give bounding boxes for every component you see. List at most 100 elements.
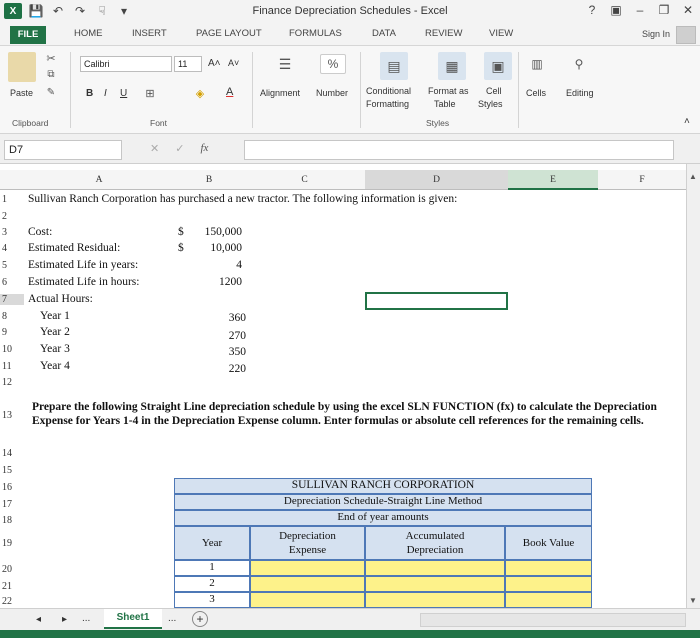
font-color-button[interactable]: A bbox=[226, 86, 233, 98]
row-header[interactable]: 20 bbox=[0, 564, 24, 575]
table-input-cell[interactable] bbox=[505, 560, 592, 576]
cut-icon[interactable]: ✂ bbox=[44, 52, 58, 65]
select-all-corner[interactable] bbox=[0, 170, 24, 190]
table-header-acc-dep[interactable]: Accumulated Depreciation bbox=[365, 526, 505, 560]
alignment-icon[interactable]: ☰ bbox=[274, 54, 296, 74]
tab-file[interactable]: FILE bbox=[10, 26, 46, 44]
row-header[interactable]: 8 bbox=[0, 311, 24, 322]
tab-view[interactable]: VIEW bbox=[489, 28, 513, 39]
format-painter-icon[interactable]: ✎ bbox=[44, 86, 58, 98]
number-button[interactable]: Number bbox=[316, 88, 348, 98]
tab-data[interactable]: DATA bbox=[372, 28, 396, 39]
table-header-dep-expense[interactable]: Depreciation Expense bbox=[250, 526, 365, 560]
format-as-table-button[interactable]: Format as bbox=[428, 86, 469, 96]
tab-review[interactable]: REVIEW bbox=[425, 28, 462, 39]
table-title-company[interactable]: SULLIVAN RANCH CORPORATION bbox=[174, 478, 592, 494]
underline-button[interactable]: U bbox=[120, 88, 127, 99]
cell-life-years-value[interactable]: 4 bbox=[190, 259, 242, 271]
cell-styles-button[interactable]: Cell bbox=[486, 86, 502, 96]
table-input-cell[interactable] bbox=[250, 560, 365, 576]
row-header[interactable]: 4 bbox=[0, 243, 24, 254]
help-icon[interactable]: ? bbox=[584, 3, 600, 17]
enter-icon[interactable]: ✓ bbox=[175, 142, 184, 155]
worksheet-grid[interactable]: A B C D E F 1 2 3 4 5 6 7 8 9 10 11 12 1… bbox=[0, 170, 686, 608]
cell-year-label[interactable]: Year 1 bbox=[40, 310, 70, 322]
cell-a1-intro[interactable]: Sullivan Ranch Corporation has purchased… bbox=[28, 193, 457, 205]
scroll-down-icon[interactable]: ▼ bbox=[689, 596, 697, 605]
name-box[interactable]: D7 bbox=[4, 140, 122, 160]
sign-in-link[interactable]: Sign In bbox=[642, 29, 670, 39]
font-name-select[interactable]: Calibri bbox=[80, 56, 172, 72]
alignment-button[interactable]: Alignment bbox=[260, 88, 300, 98]
cell-year-hours[interactable]: 220 bbox=[190, 363, 246, 375]
row-header[interactable]: 16 bbox=[0, 482, 24, 493]
row-header[interactable]: 17 bbox=[0, 499, 24, 510]
copy-icon[interactable]: ⧉ bbox=[44, 68, 58, 80]
tab-home[interactable]: HOME bbox=[74, 28, 103, 39]
cell-life-hours-label[interactable]: Estimated Life in hours: bbox=[28, 276, 139, 288]
prev-sheet-icon[interactable]: ◂ bbox=[36, 614, 41, 625]
row-header[interactable]: 3 bbox=[0, 227, 24, 238]
table-input-cell[interactable] bbox=[365, 592, 505, 608]
italic-button[interactable]: I bbox=[104, 88, 107, 99]
fill-color-icon[interactable]: ◈ bbox=[192, 86, 208, 100]
row-header[interactable]: 5 bbox=[0, 260, 24, 271]
find-icon[interactable]: ⚲ bbox=[570, 54, 588, 74]
table-year-cell[interactable]: 3 bbox=[174, 592, 250, 608]
cell-life-years-label[interactable]: Estimated Life in years: bbox=[28, 259, 138, 271]
more-sheets-left[interactable]: ... bbox=[82, 613, 90, 624]
minimize-icon[interactable]: – bbox=[632, 3, 648, 17]
cell-year-hours[interactable]: 350 bbox=[190, 346, 246, 358]
row-header[interactable]: 9 bbox=[0, 327, 24, 338]
formula-input[interactable] bbox=[244, 140, 674, 160]
cells-button[interactable]: Cells bbox=[526, 88, 546, 98]
row-header[interactable]: 11 bbox=[0, 361, 24, 372]
add-sheet-icon[interactable]: + bbox=[192, 611, 208, 627]
table-title-method[interactable]: Depreciation Schedule-Straight Line Meth… bbox=[174, 494, 592, 510]
tab-insert[interactable]: INSERT bbox=[132, 28, 167, 39]
table-year-cell[interactable]: 1 bbox=[174, 560, 250, 576]
scroll-up-icon[interactable]: ▲ bbox=[689, 172, 697, 181]
cell-year-label[interactable]: Year 2 bbox=[40, 326, 70, 338]
vertical-scrollbar[interactable]: ▲ ▼ bbox=[686, 164, 700, 608]
cell-actual-hours-label[interactable]: Actual Hours: bbox=[28, 293, 93, 305]
cell-instructions[interactable]: Prepare the following Straight Line depr… bbox=[32, 400, 672, 428]
row-header[interactable]: 6 bbox=[0, 277, 24, 288]
sheet-tab-sheet1[interactable]: Sheet1 bbox=[104, 609, 162, 629]
conditional-formatting-icon[interactable]: ▤ bbox=[380, 52, 408, 80]
cell-year-label[interactable]: Year 4 bbox=[40, 360, 70, 372]
bold-button[interactable]: B bbox=[86, 88, 93, 99]
cell-cost-currency[interactable]: $ bbox=[178, 226, 184, 238]
cell-residual-label[interactable]: Estimated Residual: bbox=[28, 242, 120, 254]
format-as-table-icon[interactable]: ▦ bbox=[438, 52, 466, 80]
column-header-d[interactable]: D bbox=[365, 170, 508, 190]
cells-icon[interactable]: ▥ bbox=[528, 54, 546, 74]
column-header-c[interactable]: C bbox=[244, 170, 365, 190]
cell-year-label[interactable]: Year 3 bbox=[40, 343, 70, 355]
next-sheet-icon[interactable]: ▸ bbox=[62, 614, 67, 625]
ribbon-display-icon[interactable]: ▣ bbox=[608, 3, 624, 17]
row-header[interactable]: 7 bbox=[0, 294, 24, 305]
table-title-period[interactable]: End of year amounts bbox=[174, 510, 592, 526]
restore-icon[interactable]: ❐ bbox=[656, 3, 672, 17]
close-icon[interactable]: ✕ bbox=[680, 3, 696, 17]
conditional-formatting-button[interactable]: Conditional bbox=[366, 86, 411, 96]
avatar[interactable] bbox=[676, 26, 696, 44]
table-input-cell[interactable] bbox=[250, 576, 365, 592]
cancel-icon[interactable]: ✕ bbox=[150, 142, 159, 155]
grow-font-button[interactable]: A˄ bbox=[208, 58, 221, 69]
cell-year-hours[interactable]: 270 bbox=[190, 330, 246, 342]
cell-cost-value[interactable]: 150,000 bbox=[190, 226, 242, 238]
table-input-cell[interactable] bbox=[505, 576, 592, 592]
selected-cell-d7[interactable] bbox=[365, 292, 508, 310]
cell-residual-currency[interactable]: $ bbox=[178, 242, 184, 254]
cell-styles-icon[interactable]: ▣ bbox=[484, 52, 512, 80]
table-input-cell[interactable] bbox=[250, 592, 365, 608]
paste-button[interactable]: Paste bbox=[10, 88, 33, 98]
row-header[interactable]: 15 bbox=[0, 465, 24, 476]
cell-life-hours-value[interactable]: 1200 bbox=[190, 276, 242, 288]
horizontal-scrollbar[interactable] bbox=[420, 613, 686, 627]
row-header[interactable]: 13 bbox=[0, 410, 24, 421]
table-year-cell[interactable]: 2 bbox=[174, 576, 250, 592]
table-header-book-value[interactable]: Book Value bbox=[505, 526, 592, 560]
